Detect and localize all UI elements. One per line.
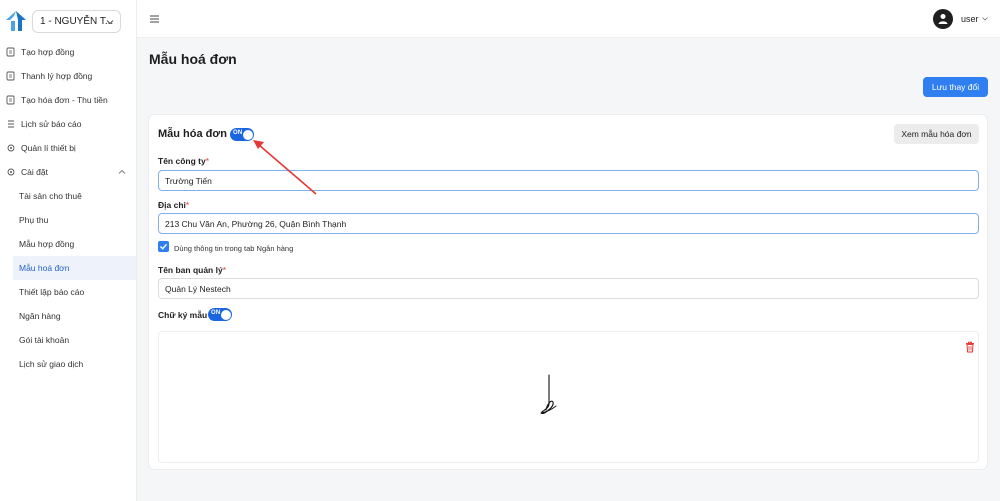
manager-name-label-text: Tên ban quản lý xyxy=(158,265,223,275)
use-bank-info-label: Dùng thông tin trong tab Ngân hàng xyxy=(174,244,294,253)
address-input[interactable] xyxy=(158,213,979,234)
sidebar-subitem-label: Gói tài khoản xyxy=(19,335,70,345)
required-mark: * xyxy=(185,200,190,210)
app-logo-icon xyxy=(6,11,26,31)
toggle-knob xyxy=(242,129,253,140)
contract-icon xyxy=(6,47,15,57)
brand xyxy=(4,9,28,33)
trash-icon[interactable] xyxy=(965,341,975,353)
sidebar-item-device-management[interactable]: Quản lí thiết bị xyxy=(0,136,136,160)
sidebar-subitem-label: Phụ thu xyxy=(19,215,49,225)
toggle-label: ON xyxy=(233,130,243,136)
avatar[interactable] xyxy=(933,9,953,29)
gear-icon xyxy=(7,168,15,176)
toggle-knob xyxy=(220,309,231,320)
toggle-label: ON xyxy=(211,310,221,316)
sidebar-subitem-label: Mẫu hợp đồng xyxy=(19,239,75,249)
sidebar-item-report-history[interactable]: Lịch sử báo cáo xyxy=(0,112,136,136)
page-title: Mẫu hoá đơn xyxy=(149,51,237,67)
user-icon xyxy=(938,14,948,24)
sidebar-subitem-bank[interactable]: Ngân hàng xyxy=(0,304,136,328)
gear-icon xyxy=(7,144,15,152)
sidebar-nav: Tạo hợp đồng Thanh lý hợp đồng Tạo hóa đ… xyxy=(0,40,136,376)
contract-icon xyxy=(6,95,15,105)
chevron-down-icon[interactable] xyxy=(982,16,988,22)
company-name-label: Tên công ty* xyxy=(158,156,209,166)
sidebar-subitem-surcharges[interactable]: Phụ thu xyxy=(0,208,136,232)
sidebar-item-label: Lịch sử báo cáo xyxy=(21,119,82,129)
sidebar-item-liquidate-contract[interactable]: Thanh lý hợp đồng xyxy=(0,64,136,88)
sidebar-item-label: Cài đặt xyxy=(21,167,48,177)
address-label-text: Địa chỉ xyxy=(158,200,186,210)
invoice-template-card: Mẫu hóa đơn ON Xem mẫu hóa đơn Tên công … xyxy=(148,114,988,470)
card-title: Mẫu hóa đơn xyxy=(158,128,227,140)
sidebar-subitem-label: Thiết lập báo cáo xyxy=(19,287,85,297)
sidebar-item-label: Tạo hợp đồng xyxy=(21,47,75,57)
sidebar-item-settings[interactable]: Cài đặt xyxy=(0,160,136,184)
list-icon xyxy=(8,120,14,128)
manager-name-input[interactable] xyxy=(158,278,979,299)
address-label: Địa chỉ* xyxy=(158,200,189,210)
invoice-template-toggle[interactable]: ON xyxy=(230,128,254,141)
sidebar-subitem-label: Mẫu hoá đơn xyxy=(19,263,70,273)
company-name-input[interactable] xyxy=(158,170,979,191)
sidebar-subitem-account-plan[interactable]: Gói tài khoản xyxy=(0,328,136,352)
sidebar-subitem-label: Lịch sử giao dịch xyxy=(19,359,84,369)
use-bank-info-checkbox[interactable] xyxy=(158,241,169,252)
sidebar-item-label: Quản lí thiết bị xyxy=(21,143,76,153)
required-mark: * xyxy=(222,265,227,275)
topbar: user xyxy=(137,0,1000,38)
signature-toggle[interactable]: ON xyxy=(208,308,232,321)
sidebar-item-create-invoice[interactable]: Tạo hóa đơn - Thu tiền xyxy=(0,88,136,112)
signature-label: Chữ ký mẫu xyxy=(158,310,208,320)
sidebar-item-label: Thanh lý hợp đồng xyxy=(21,71,93,81)
user-name[interactable]: user xyxy=(961,14,979,24)
signature-drawing xyxy=(540,374,557,415)
contract-icon xyxy=(6,71,15,81)
save-changes-button[interactable]: Lưu thay đổi xyxy=(923,77,988,97)
branch-select[interactable]: 1 - NGUYỄN T... xyxy=(32,10,121,33)
sidebar-subitem-contract-template[interactable]: Mẫu hợp đồng xyxy=(0,232,136,256)
branch-select-value: 1 - NGUYỄN T... xyxy=(40,16,114,27)
sidebar: 1 - NGUYỄN T... Tạo hợp đồng Thanh lý hợ… xyxy=(0,0,137,501)
sidebar-item-create-contract[interactable]: Tạo hợp đồng xyxy=(0,40,136,64)
sidebar-item-label: Tạo hóa đơn - Thu tiền xyxy=(21,95,108,105)
signature-pad[interactable] xyxy=(158,331,979,463)
chevron-down-icon xyxy=(106,20,114,25)
sidebar-subitem-rental-assets[interactable]: Tài sản cho thuê xyxy=(0,184,136,208)
check-icon xyxy=(160,243,168,250)
sidebar-subitem-transaction-history[interactable]: Lịch sử giao dịch xyxy=(0,352,136,376)
company-name-label-text: Tên công ty xyxy=(158,156,206,166)
sidebar-subitem-label: Tài sản cho thuê xyxy=(19,191,82,201)
sidebar-subitem-label: Ngân hàng xyxy=(19,311,61,321)
sidebar-subitem-report-setup[interactable]: Thiết lập báo cáo xyxy=(0,280,136,304)
hamburger-menu-icon[interactable] xyxy=(150,15,159,23)
required-mark: * xyxy=(205,156,210,166)
preview-invoice-button[interactable]: Xem mẫu hóa đơn xyxy=(894,124,979,144)
manager-name-label: Tên ban quản lý* xyxy=(158,265,226,275)
sidebar-subitem-invoice-template[interactable]: Mẫu hoá đơn xyxy=(13,256,136,280)
chevron-up-icon xyxy=(118,169,126,174)
